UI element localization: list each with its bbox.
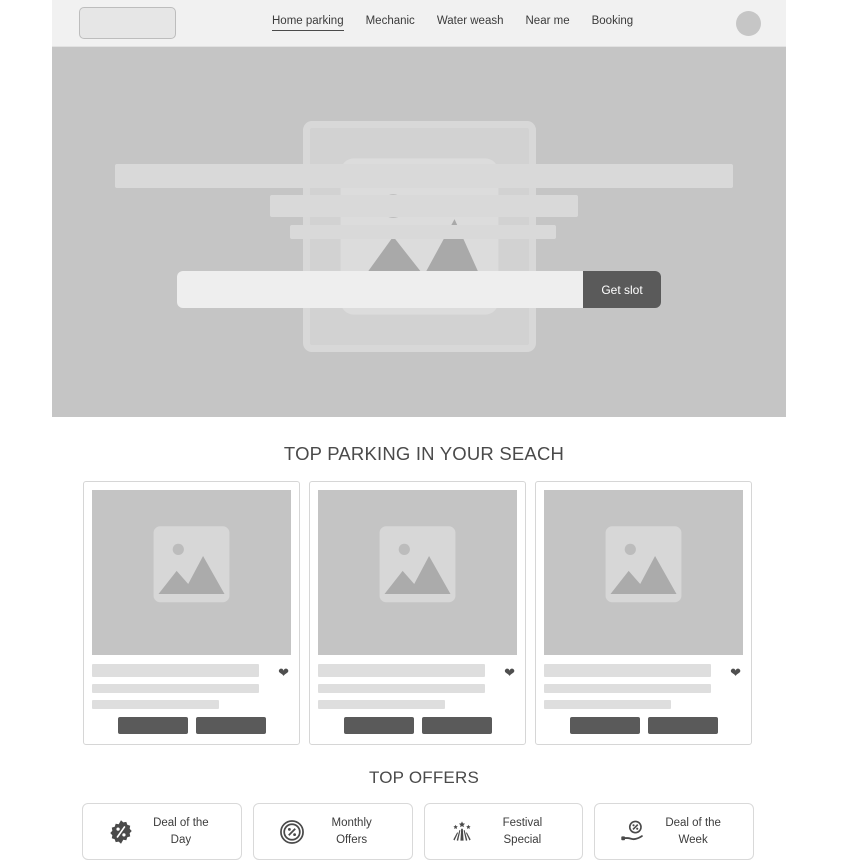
parking-card-line-skeleton [318, 684, 485, 693]
offer-label: Deal of the Week [665, 816, 721, 846]
nav-item-home-parking[interactable]: Home parking [272, 15, 344, 32]
hero-skeleton-bar-3 [290, 225, 556, 239]
top-offers-row: Deal of the Day Monthly Offers Festival … [82, 803, 754, 860]
parking-card-body: ❤ [318, 655, 517, 717]
offer-label: Festival Special [502, 816, 543, 846]
parking-card-primary-button[interactable] [117, 717, 188, 734]
hero-search-bar: Get slot [177, 271, 661, 308]
heart-icon[interactable]: ❤ [730, 666, 741, 679]
offer-card-deal-of-the-week[interactable]: Deal of the Week [594, 803, 754, 860]
top-parking-heading: TOP PARKING IN YOUR SEACH [283, 443, 565, 464]
nav-item-mechanic[interactable]: Mechanic [366, 16, 415, 31]
nav-item-booking[interactable]: Booking [592, 16, 634, 31]
firework-icon [448, 818, 476, 846]
nav-item-near-me[interactable]: Near me [526, 16, 570, 31]
parking-card-secondary-button[interactable] [195, 717, 266, 734]
hero-skeleton-bar-2 [270, 195, 578, 217]
parking-card-image [318, 490, 517, 655]
logo-placeholder[interactable] [79, 7, 176, 39]
parking-card-title-skeleton [318, 664, 485, 677]
image-placeholder-icon [153, 526, 230, 603]
page-root: Home parking Mechanic Water weash Near m… [0, 0, 848, 860]
nav-item-water-weash[interactable]: Water weash [437, 16, 504, 31]
parking-card[interactable]: ❤ [309, 481, 526, 745]
hero-banner: Get slot [52, 47, 786, 417]
parking-card-primary-button[interactable] [343, 717, 414, 734]
parking-card-image [92, 490, 291, 655]
parking-card-actions [318, 717, 517, 736]
hero-skeleton-bar-1 [115, 164, 733, 188]
parking-card-body: ❤ [544, 655, 743, 717]
offer-label: Deal of the Day [153, 816, 209, 846]
parking-card[interactable]: ❤ [83, 481, 300, 745]
percent-circle-icon [278, 818, 306, 846]
parking-card-body: ❤ [92, 655, 291, 717]
parking-card-meta-skeleton [92, 700, 219, 709]
image-placeholder-icon [379, 526, 456, 603]
parking-card-title-skeleton [92, 664, 259, 677]
parking-card-meta-skeleton [544, 700, 671, 709]
offer-label: Monthly Offers [331, 816, 372, 846]
parking-card[interactable]: ❤ [535, 481, 752, 745]
parking-card-secondary-button[interactable] [647, 717, 718, 734]
top-offers-heading: TOP OFFERS [368, 768, 479, 787]
heart-icon[interactable]: ❤ [278, 666, 289, 679]
offer-card-monthly-offers[interactable]: Monthly Offers [252, 803, 413, 860]
parking-cards-row: ❤ ❤ ❤ [83, 481, 752, 745]
parking-card-image [544, 490, 743, 655]
image-placeholder-icon [605, 526, 682, 603]
hand-percent-icon [619, 818, 647, 846]
parking-card-primary-button[interactable] [569, 717, 640, 734]
parking-card-title-skeleton [544, 664, 711, 677]
parking-card-line-skeleton [544, 684, 711, 693]
parking-card-meta-skeleton [318, 700, 445, 709]
percent-badge-icon [107, 818, 135, 846]
offer-card-deal-of-the-day[interactable]: Deal of the Day [82, 803, 242, 860]
parking-card-actions [92, 717, 291, 736]
parking-card-line-skeleton [92, 684, 259, 693]
get-slot-button[interactable]: Get slot [583, 271, 661, 308]
parking-card-actions [544, 717, 743, 736]
heart-icon[interactable]: ❤ [504, 666, 515, 679]
offer-card-festival-special[interactable]: Festival Special [423, 803, 584, 860]
main-navigation: Home parking Mechanic Water weash Near m… [272, 0, 633, 47]
parking-card-secondary-button[interactable] [421, 717, 492, 734]
avatar[interactable] [736, 11, 761, 36]
site-header: Home parking Mechanic Water weash Near m… [52, 0, 786, 47]
search-input[interactable] [177, 271, 583, 308]
